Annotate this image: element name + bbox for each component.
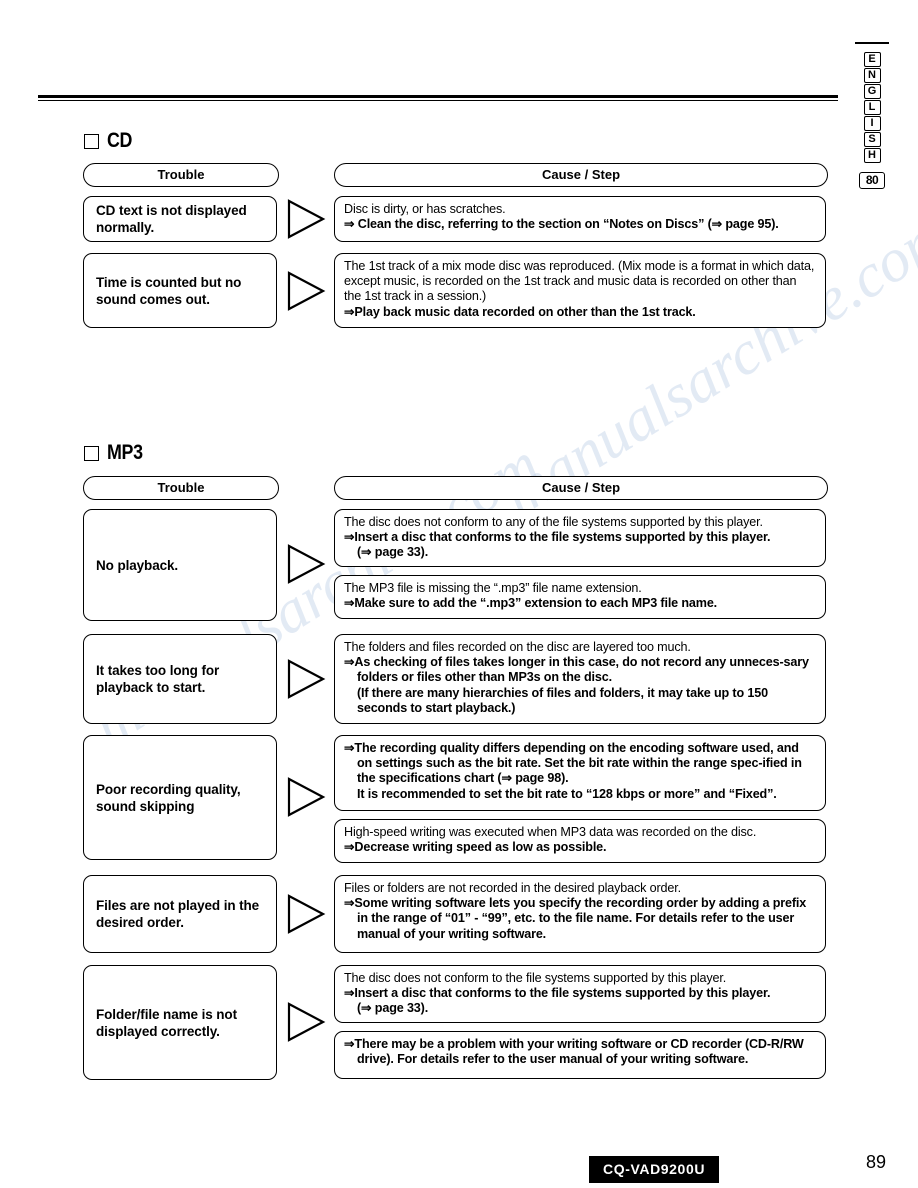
trouble-box: It takes too long for playback to start. bbox=[83, 634, 277, 724]
cause-box: The folders and files recorded on the di… bbox=[334, 634, 826, 724]
flow-arrow-icon bbox=[285, 198, 327, 240]
cause-box: High-speed writing was executed when MP3… bbox=[334, 819, 826, 863]
trouble-text: Poor recording quality, sound skipping bbox=[96, 781, 241, 814]
flow-arrow-icon bbox=[285, 658, 327, 700]
manual-page: manualsarchive.com manualsarchive.com E … bbox=[0, 0, 918, 1188]
bullet-square-icon bbox=[84, 445, 99, 461]
cause-line: The folders and files recorded on the di… bbox=[344, 640, 691, 654]
column-header-cause-mp3: Cause / Step bbox=[334, 476, 828, 500]
trouble-box: Folder/file name is not displayed correc… bbox=[83, 965, 277, 1080]
flow-arrow-icon bbox=[285, 1001, 327, 1043]
column-header-trouble-mp3: Trouble bbox=[83, 476, 279, 500]
flow-arrow-icon bbox=[285, 893, 327, 935]
side-tab-letter: I bbox=[863, 116, 881, 131]
cause-line: ⇒The recording quality differs depending… bbox=[344, 741, 802, 786]
cause-line: Files or folders are not recorded in the… bbox=[344, 881, 681, 895]
side-tab-number: 80 bbox=[859, 172, 885, 189]
trouble-text: Time is counted but no sound comes out. bbox=[96, 274, 242, 307]
page-number: 89 bbox=[866, 1152, 887, 1172]
cause-line: (⇒ page 33). bbox=[357, 545, 429, 560]
trouble-text: No playback. bbox=[96, 557, 179, 573]
cause-line: ⇒Make sure to add the “.mp3” extension t… bbox=[344, 596, 718, 611]
cause-box: The 1st track of a mix mode disc was rep… bbox=[334, 253, 826, 328]
side-tab-letter: E bbox=[863, 52, 881, 67]
column-header-cause-cd: Cause / Step bbox=[334, 163, 828, 187]
cause-box: ⇒There may be a problem with your writin… bbox=[334, 1031, 826, 1079]
header-divider bbox=[38, 95, 838, 101]
cause-line: ⇒ Clean the disc, referring to the secti… bbox=[344, 217, 779, 232]
cause-line: ⇒Insert a disc that conforms to the file… bbox=[344, 530, 771, 545]
trouble-box: No playback. bbox=[83, 509, 277, 621]
side-tab-letters: E N G L I S H bbox=[852, 52, 892, 163]
trouble-text: It takes too long for playback to start. bbox=[96, 663, 220, 695]
cause-box: The disc does not conform to the file sy… bbox=[334, 965, 826, 1023]
flow-arrow-icon bbox=[285, 543, 327, 585]
section-heading-label: CD bbox=[107, 129, 133, 152]
side-tab-letter: S bbox=[863, 132, 881, 147]
cause-box: Files or folders are not recorded in the… bbox=[334, 875, 826, 953]
cause-line: The 1st track of a mix mode disc was rep… bbox=[344, 259, 815, 304]
flow-arrow-icon bbox=[285, 270, 327, 312]
cause-line: ⇒Insert a disc that conforms to the file… bbox=[344, 986, 771, 1001]
cause-line: ⇒As checking of files takes longer in th… bbox=[344, 655, 809, 685]
side-tab-letter: N bbox=[863, 68, 881, 83]
trouble-box: Poor recording quality, sound skipping bbox=[83, 735, 277, 860]
cause-line: Disc is dirty, or has scratches. bbox=[344, 202, 506, 216]
model-number-badge: CQ-VAD9200U bbox=[589, 1156, 720, 1183]
side-tab-rule bbox=[855, 42, 889, 44]
trouble-text: CD text is not displayed normally. bbox=[96, 203, 247, 235]
cause-box: Disc is dirty, or has scratches. ⇒ Clean… bbox=[334, 196, 826, 242]
cause-line: ⇒Some writing software lets you specify … bbox=[344, 896, 807, 941]
cause-line: It is recommended to set the bit rate to… bbox=[357, 786, 777, 801]
divider-thin-line bbox=[38, 99, 838, 101]
section-heading-cd: CD bbox=[84, 129, 137, 153]
cause-line: ⇒There may be a problem with your writin… bbox=[344, 1037, 804, 1067]
cause-line: (If there are many hierarchies of files … bbox=[357, 685, 768, 715]
language-side-tab: E N G L I S H 80 bbox=[852, 42, 892, 189]
cause-box: ⇒The recording quality differs depending… bbox=[334, 735, 826, 811]
trouble-box: Files are not played in the desired orde… bbox=[83, 875, 277, 953]
trouble-text: Files are not played in the desired orde… bbox=[96, 898, 260, 930]
section-heading-label: MP3 bbox=[107, 441, 143, 464]
column-header-trouble-cd: Trouble bbox=[83, 163, 279, 187]
cause-line: The disc does not conform to the file sy… bbox=[344, 971, 727, 985]
cause-line: ⇒Decrease writing speed as low as possib… bbox=[344, 840, 607, 855]
divider-thick-line bbox=[38, 95, 838, 98]
trouble-box: CD text is not displayed normally. bbox=[83, 196, 277, 242]
trouble-text: Folder/file name is not displayed correc… bbox=[96, 1006, 237, 1039]
bullet-square-icon bbox=[84, 133, 99, 149]
side-tab-letter: L bbox=[863, 100, 881, 115]
cause-box: The disc does not conform to any of the … bbox=[334, 509, 826, 567]
cause-line: High-speed writing was executed when MP3… bbox=[344, 825, 757, 839]
cause-line: The MP3 file is missing the “.mp3” file … bbox=[344, 581, 642, 595]
section-heading-mp3: MP3 bbox=[84, 441, 149, 465]
side-tab-letter: G bbox=[863, 84, 881, 99]
side-tab-letter: H bbox=[863, 148, 881, 163]
flow-arrow-icon bbox=[285, 776, 327, 818]
cause-line: The disc does not conform to any of the … bbox=[344, 515, 763, 529]
cause-line: (⇒ page 33). bbox=[357, 1001, 429, 1016]
cause-line: ⇒Play back music data recorded on other … bbox=[344, 304, 696, 319]
cause-box: The MP3 file is missing the “.mp3” file … bbox=[334, 575, 826, 619]
trouble-box: Time is counted but no sound comes out. bbox=[83, 253, 277, 328]
